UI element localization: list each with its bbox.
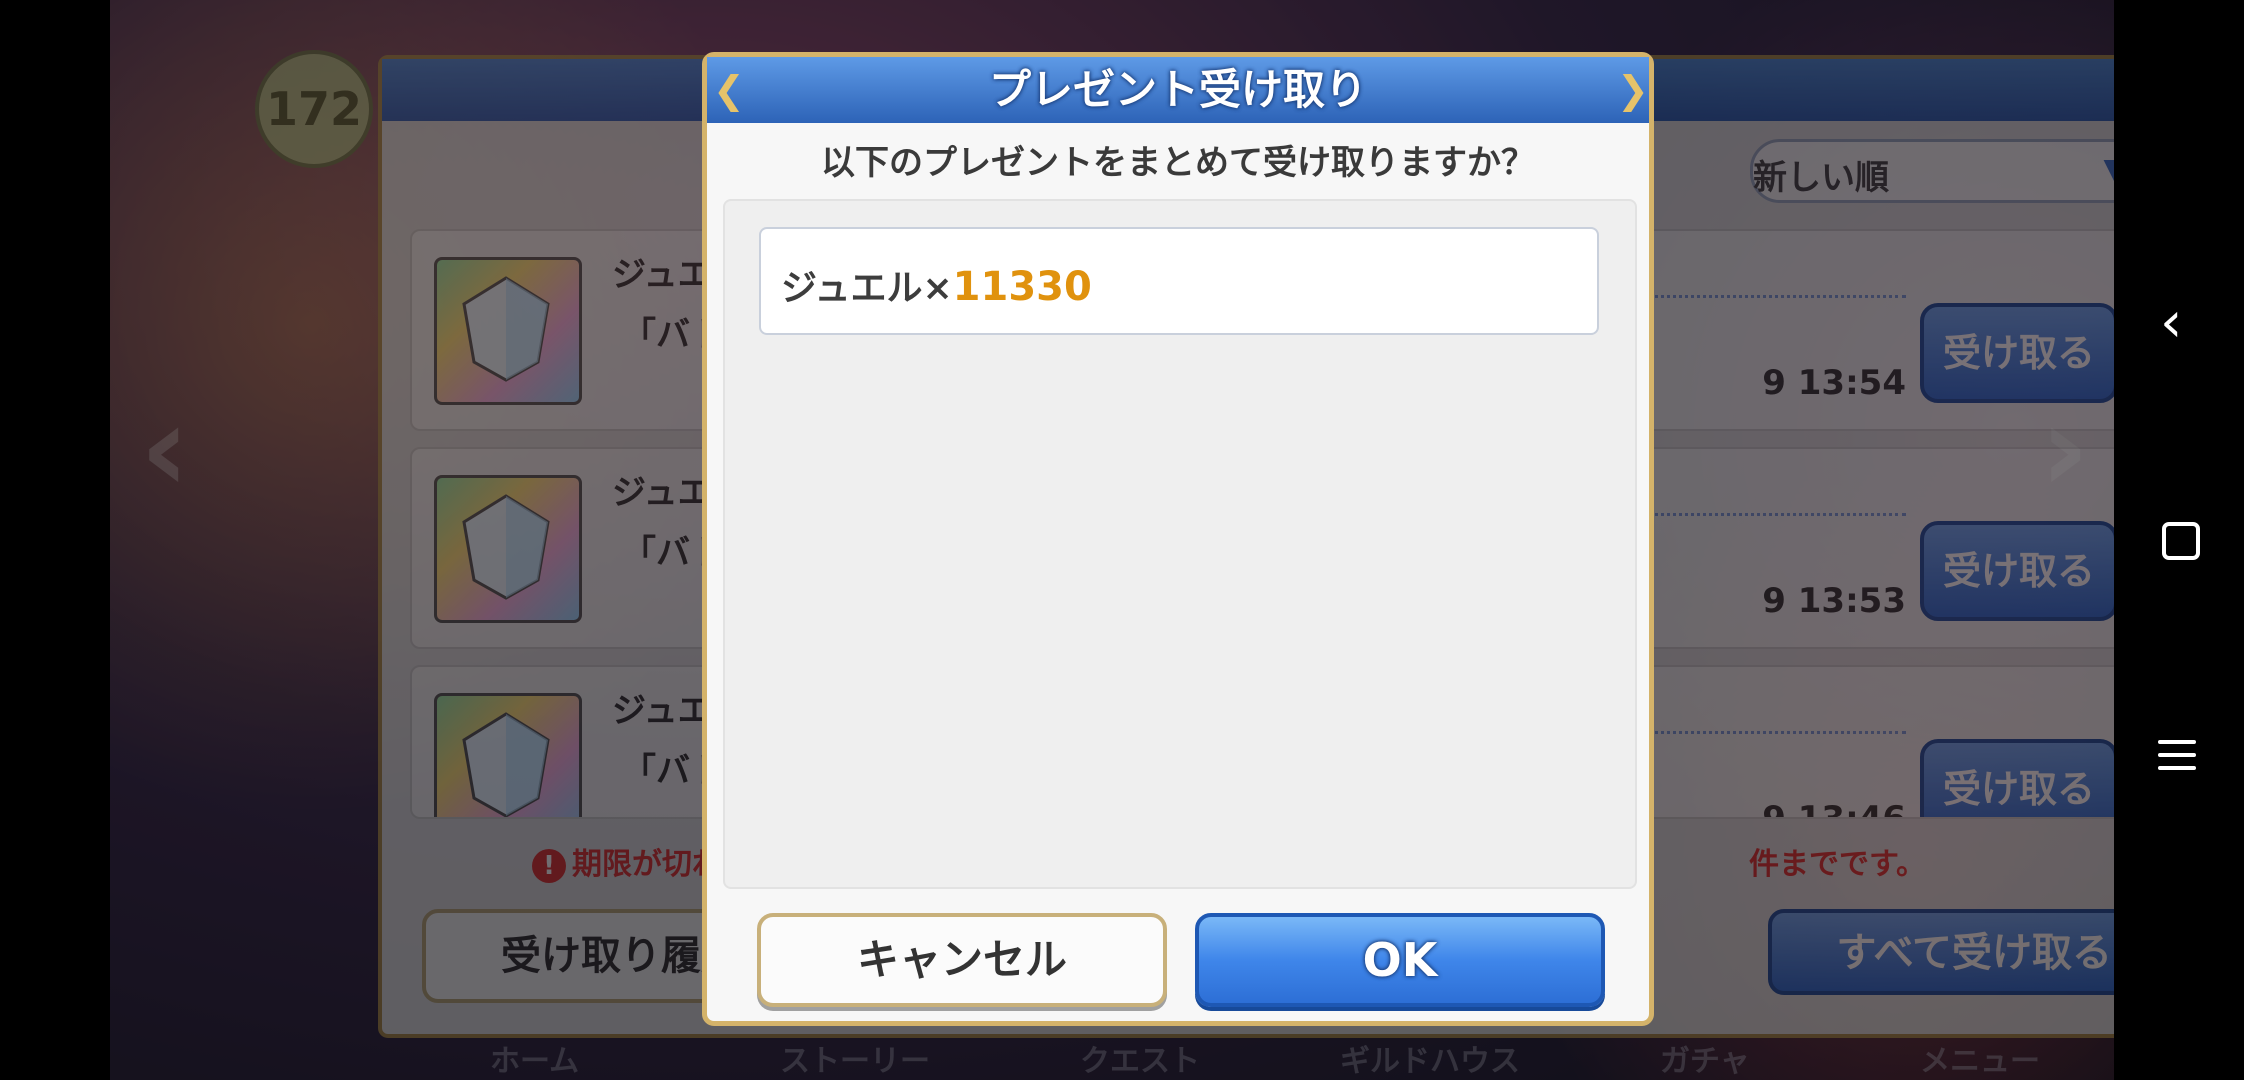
dialog-present-list: ジュエル×11330 (723, 199, 1637, 889)
menu-icon[interactable] (2158, 740, 2196, 779)
system-navigation-bar: ‹ (2114, 0, 2244, 1080)
back-icon[interactable]: ‹ (2160, 290, 2182, 355)
dialog-question: 以下のプレゼントをまとめて受け取りますか？ (821, 143, 1535, 183)
ornament-icon: ❯ (1617, 68, 1649, 112)
present-item-quantity: 11330 (952, 264, 1092, 310)
home-icon[interactable] (2162, 522, 2200, 560)
list-item: ジュエル×11330 (759, 227, 1599, 335)
present-item-name: ジュエル×11330 (781, 264, 1092, 310)
dialog-title: プレゼント受け取り (707, 57, 1649, 123)
ornament-icon: ❮ (713, 68, 745, 112)
present-receive-dialog: プレゼント受け取り ❮ ❯ 以下のプレゼントをまとめて受け取りますか？ ジュエル… (702, 52, 1654, 1026)
ok-button[interactable]: OK (1195, 913, 1605, 1007)
cancel-button[interactable]: キャンセル (757, 913, 1167, 1007)
